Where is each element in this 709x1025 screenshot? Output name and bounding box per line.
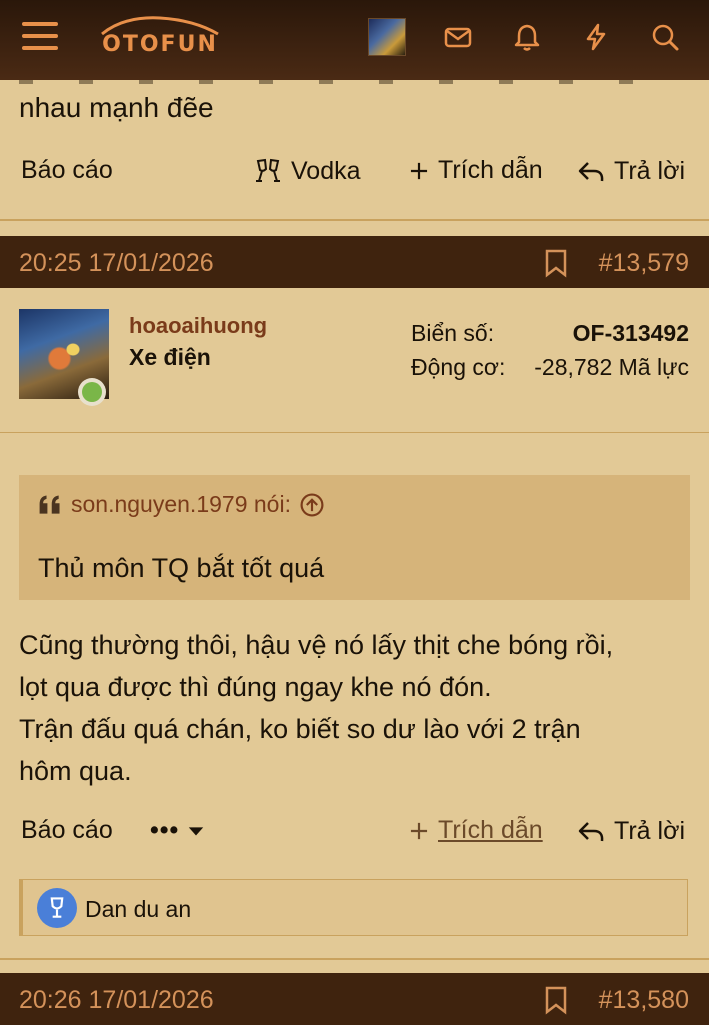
post-date[interactable]: 20:25 17/01/2026 <box>19 249 214 278</box>
body-line: Cũng thường thôi, hậu vệ nó lấy thịt che… <box>19 630 614 660</box>
previous-post-text: nhau mạnh đẽe <box>19 92 214 123</box>
body-line: lọt qua được thì đúng ngay khe nó đón. <box>19 672 492 702</box>
current-user-avatar[interactable] <box>368 18 406 56</box>
quote-mark-icon <box>39 494 60 514</box>
post-body: Cũng thường thôi, hậu vệ nó lấy thịt che… <box>19 624 699 792</box>
bolt-icon[interactable] <box>581 22 611 52</box>
report-link[interactable]: Báo cáo <box>21 156 113 185</box>
post-divider <box>0 219 709 221</box>
reply-button[interactable]: Trả lời <box>576 816 685 846</box>
caret-down-icon <box>189 826 204 835</box>
reaction-users[interactable]: Dan du an <box>85 896 191 923</box>
logo-text: OTOFUN <box>102 32 218 57</box>
plate-label: Biển số: <box>411 320 495 346</box>
more-menu-button[interactable]: ••• <box>150 816 205 845</box>
reaction-bar[interactable]: Dan du an <box>19 879 688 936</box>
report-link[interactable]: Báo cáo <box>21 816 113 845</box>
plate-value: OF-313492 <box>572 320 689 346</box>
quote-text: Thủ môn TQ bắt tốt quá <box>38 553 325 583</box>
engine-label: Động cơ: <box>411 354 506 380</box>
quote-author: son.nguyen.1979 nói: <box>71 491 291 517</box>
arrow-up-circle-icon[interactable] <box>299 492 325 518</box>
bookmark-icon[interactable] <box>543 248 569 278</box>
reply-button[interactable]: Trả lời <box>576 156 685 186</box>
bookmark-icon[interactable] <box>543 985 569 1015</box>
menu-icon[interactable] <box>22 22 58 52</box>
post-number[interactable]: #13,579 <box>599 249 689 278</box>
search-icon[interactable] <box>650 22 680 52</box>
post-number[interactable]: #13,580 <box>599 986 689 1015</box>
engine-value: -28,782 Mã lực <box>534 354 689 380</box>
quote-block: son.nguyen.1979 nói: Thủ môn TQ bắt tốt … <box>19 475 690 600</box>
top-navigation-bar: OTOFUN <box>0 0 709 80</box>
user-info-divider <box>0 432 709 433</box>
quote-button[interactable]: Trích dẫn <box>408 156 543 185</box>
online-status-icon <box>78 378 106 406</box>
body-line: hôm qua. <box>19 756 132 786</box>
reply-icon <box>578 822 604 842</box>
reply-icon <box>578 162 604 182</box>
bell-icon[interactable] <box>512 22 542 52</box>
cut-off-text-line <box>19 80 679 90</box>
previous-post-actions: Báo cáo Vodka Trích dẫn Trả lời <box>0 156 709 196</box>
wine-glass-icon <box>37 888 77 928</box>
quote-button[interactable]: Trích dẫn <box>408 816 543 845</box>
vodka-reaction-button[interactable]: Vodka <box>253 156 361 186</box>
user-title: Xe điện <box>129 344 211 370</box>
site-logo[interactable]: OTOFUN <box>94 14 226 60</box>
mail-icon[interactable] <box>443 22 473 52</box>
post-actions: Báo cáo ••• Trích dẫn Trả lời <box>0 816 709 856</box>
quote-header[interactable]: son.nguyen.1979 nói: <box>37 491 325 518</box>
vodka-label: Vodka <box>291 156 361 185</box>
next-post-header: 20:26 17/01/2026 #13,580 <box>0 973 709 1025</box>
post-header: 20:25 17/01/2026 #13,579 <box>0 236 709 288</box>
cheers-icon <box>256 158 280 182</box>
post-divider <box>0 958 709 960</box>
plus-icon <box>410 822 428 839</box>
plus-icon <box>410 162 428 179</box>
body-line: Trận đấu quá chán, ko biết so dư lào với… <box>19 714 581 744</box>
post-date[interactable]: 20:26 17/01/2026 <box>19 986 214 1015</box>
username[interactable]: hoaoaihuong <box>129 313 267 339</box>
